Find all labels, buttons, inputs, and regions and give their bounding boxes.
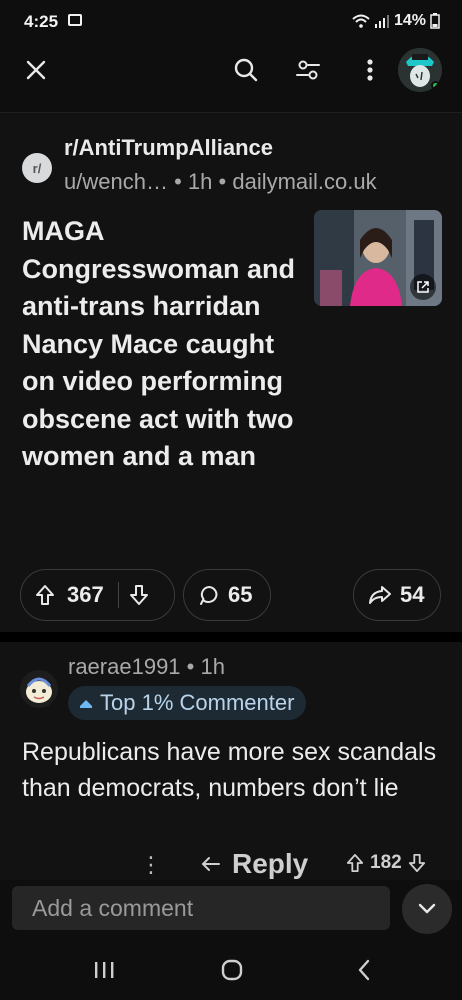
upvote-icon[interactable]: [346, 853, 364, 873]
filter-button[interactable]: [288, 50, 328, 90]
post-age: 1h: [187, 169, 213, 194]
top-commenter-badge: Top 1% Commenter: [68, 686, 307, 720]
sort-filter-icon: [296, 60, 320, 80]
snoo-avatar-icon: [20, 670, 58, 708]
downvote-icon[interactable]: [408, 853, 426, 873]
comment-vote-control: 182: [346, 852, 426, 874]
vote-control: 367: [20, 569, 175, 621]
section-divider: [0, 632, 462, 642]
system-nav-bar: [0, 940, 462, 1000]
online-status-dot: [431, 81, 440, 90]
recents-button[interactable]: [84, 954, 124, 986]
comment-score: 182: [370, 852, 402, 873]
share-icon: [369, 586, 391, 604]
comment: raerae1991 • 1h Top 1% Commenter Republi…: [0, 642, 462, 888]
more-vertical-icon: [367, 59, 373, 81]
more-options-button[interactable]: [350, 50, 390, 90]
status-time: 4:25: [24, 12, 59, 31]
link-thumbnail[interactable]: [314, 210, 442, 306]
external-link-icon: [410, 274, 436, 300]
reply-label: Reply: [232, 848, 309, 879]
chevron-down-icon: [418, 903, 436, 914]
comment-actions: ⋮ Reply 182: [0, 848, 462, 884]
comment-header: raerae1991 • 1h: [68, 654, 225, 680]
search-icon: [234, 58, 258, 82]
home-icon: [221, 959, 243, 981]
user-avatar[interactable]: [398, 48, 442, 92]
comments-button[interactable]: 65: [183, 569, 271, 621]
share-count: 54: [400, 582, 425, 607]
badge-label: Top 1% Commenter: [100, 690, 295, 715]
subreddit-icon[interactable]: r/: [22, 153, 52, 183]
comment-count: 65: [228, 582, 253, 607]
post-domain[interactable]: dailymail.co.uk: [232, 169, 376, 194]
badge-icon: [80, 700, 92, 708]
post-meta: u/wench… • 1h • dailymail.co.uk: [64, 169, 377, 195]
post-author[interactable]: u/wench…: [64, 169, 168, 194]
meta-separator: •: [174, 169, 188, 194]
subreddit-name[interactable]: r/AntiTrumpAlliance: [64, 135, 273, 161]
comment-age: 1h: [200, 654, 225, 679]
collapse-button[interactable]: [402, 884, 452, 934]
reply-button[interactable]: Reply: [200, 848, 308, 880]
search-button[interactable]: [226, 50, 266, 90]
commenter-avatar[interactable]: [20, 670, 58, 708]
add-comment-input[interactable]: Add a comment: [12, 886, 390, 930]
post-actions: 367 65 54: [0, 569, 462, 625]
meta-separator: •: [218, 169, 233, 194]
status-right: 14%: [352, 12, 440, 30]
share-button[interactable]: 54: [353, 569, 441, 621]
close-icon: [26, 60, 46, 80]
comment-more-button[interactable]: ⋮: [140, 852, 162, 878]
battery-percent: 14%: [393, 12, 426, 29]
upvote-icon[interactable]: [35, 584, 55, 606]
back-icon: [358, 959, 370, 981]
top-toolbar: [0, 44, 462, 98]
reply-arrow-icon: [201, 857, 220, 871]
home-button[interactable]: [212, 954, 252, 986]
signal-icon: [374, 15, 389, 28]
comment-body: Republicans have more sex scandals than …: [22, 738, 437, 802]
comment-composer-bar: Add a comment: [0, 880, 462, 940]
vote-divider: [117, 582, 119, 608]
back-button[interactable]: [344, 954, 384, 986]
comment-username[interactable]: raerae1991: [68, 654, 181, 679]
recents-icon: [95, 962, 114, 978]
post-title[interactable]: MAGA Congresswoman and anti-trans harrid…: [22, 213, 302, 476]
meta-separator: •: [186, 654, 201, 679]
status-bar: 4:25 14%: [0, 0, 462, 42]
gallery-notification-icon: [68, 14, 82, 26]
post-card: r/ r/AntiTrumpAlliance u/wench… • 1h • d…: [0, 112, 462, 632]
close-button[interactable]: [16, 50, 56, 90]
upvote-count: 367: [67, 582, 104, 607]
downvote-icon[interactable]: [129, 584, 149, 606]
battery-icon: [430, 13, 440, 29]
wifi-icon: [352, 14, 370, 28]
comment-bubble-icon: [200, 586, 218, 605]
